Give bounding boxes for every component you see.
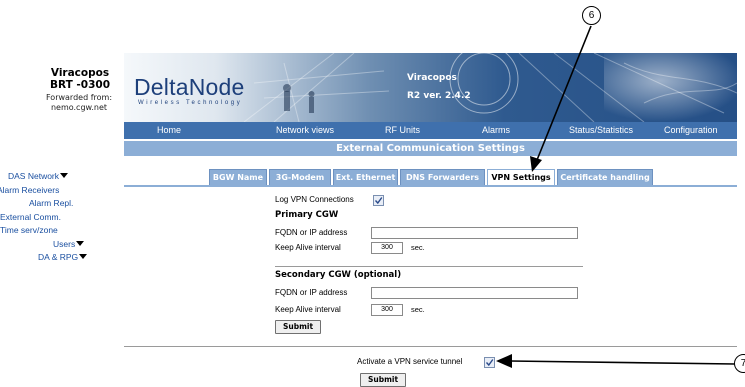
callout-arrows [496,25,736,368]
callout-6: 6 [582,6,601,25]
